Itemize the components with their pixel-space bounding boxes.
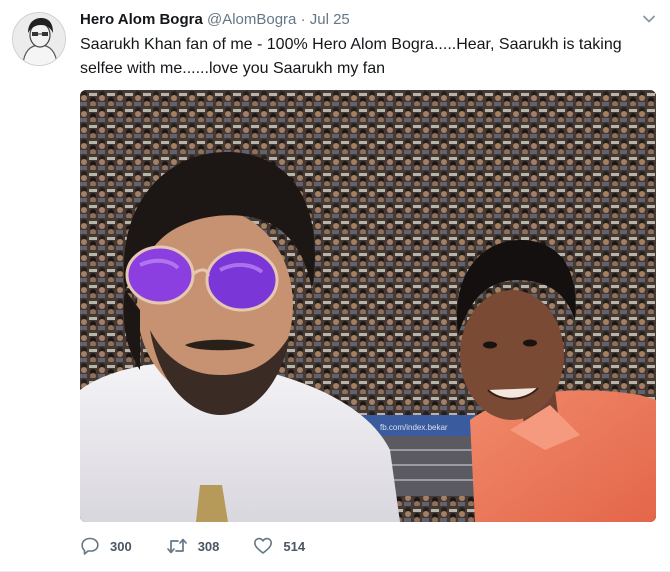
heart-icon — [254, 537, 273, 554]
reply-button[interactable]: 300 — [80, 536, 132, 556]
avatar-image — [13, 13, 65, 65]
like-button[interactable]: 514 — [253, 536, 305, 556]
tweet-actions: 300 308 514 — [80, 534, 339, 558]
reply-icon — [81, 537, 99, 555]
like-count: 514 — [283, 538, 306, 554]
avatar[interactable] — [12, 12, 66, 66]
retweet-count: 308 — [197, 538, 220, 554]
tweet-text: Saarukh Khan fan of me - 100% Hero Alom … — [80, 36, 622, 77]
tweet-timestamp[interactable]: Jul 25 — [310, 11, 350, 28]
tweet-card: Hero Alom Bogra @AlomBogra · Jul 25 Saar… — [0, 0, 670, 572]
tweet-header: Hero Alom Bogra @AlomBogra · Jul 25 — [80, 10, 630, 32]
author-fullname[interactable]: Hero Alom Bogra — [80, 11, 203, 28]
retweet-icon — [166, 538, 187, 554]
selfie-photo: fb.com/index.bekar — [80, 90, 656, 522]
photo-watermark: fb.com/index.bekar — [380, 423, 448, 432]
author-username[interactable]: @AlomBogra — [207, 11, 296, 28]
reply-count: 300 — [110, 538, 132, 554]
chevron-down-icon — [643, 15, 655, 23]
tweet-photo[interactable]: fb.com/index.bekar — [80, 90, 656, 522]
header-separator: · — [300, 11, 306, 28]
retweet-button[interactable]: 308 — [166, 536, 220, 556]
tweet-menu-button[interactable] — [642, 12, 656, 26]
